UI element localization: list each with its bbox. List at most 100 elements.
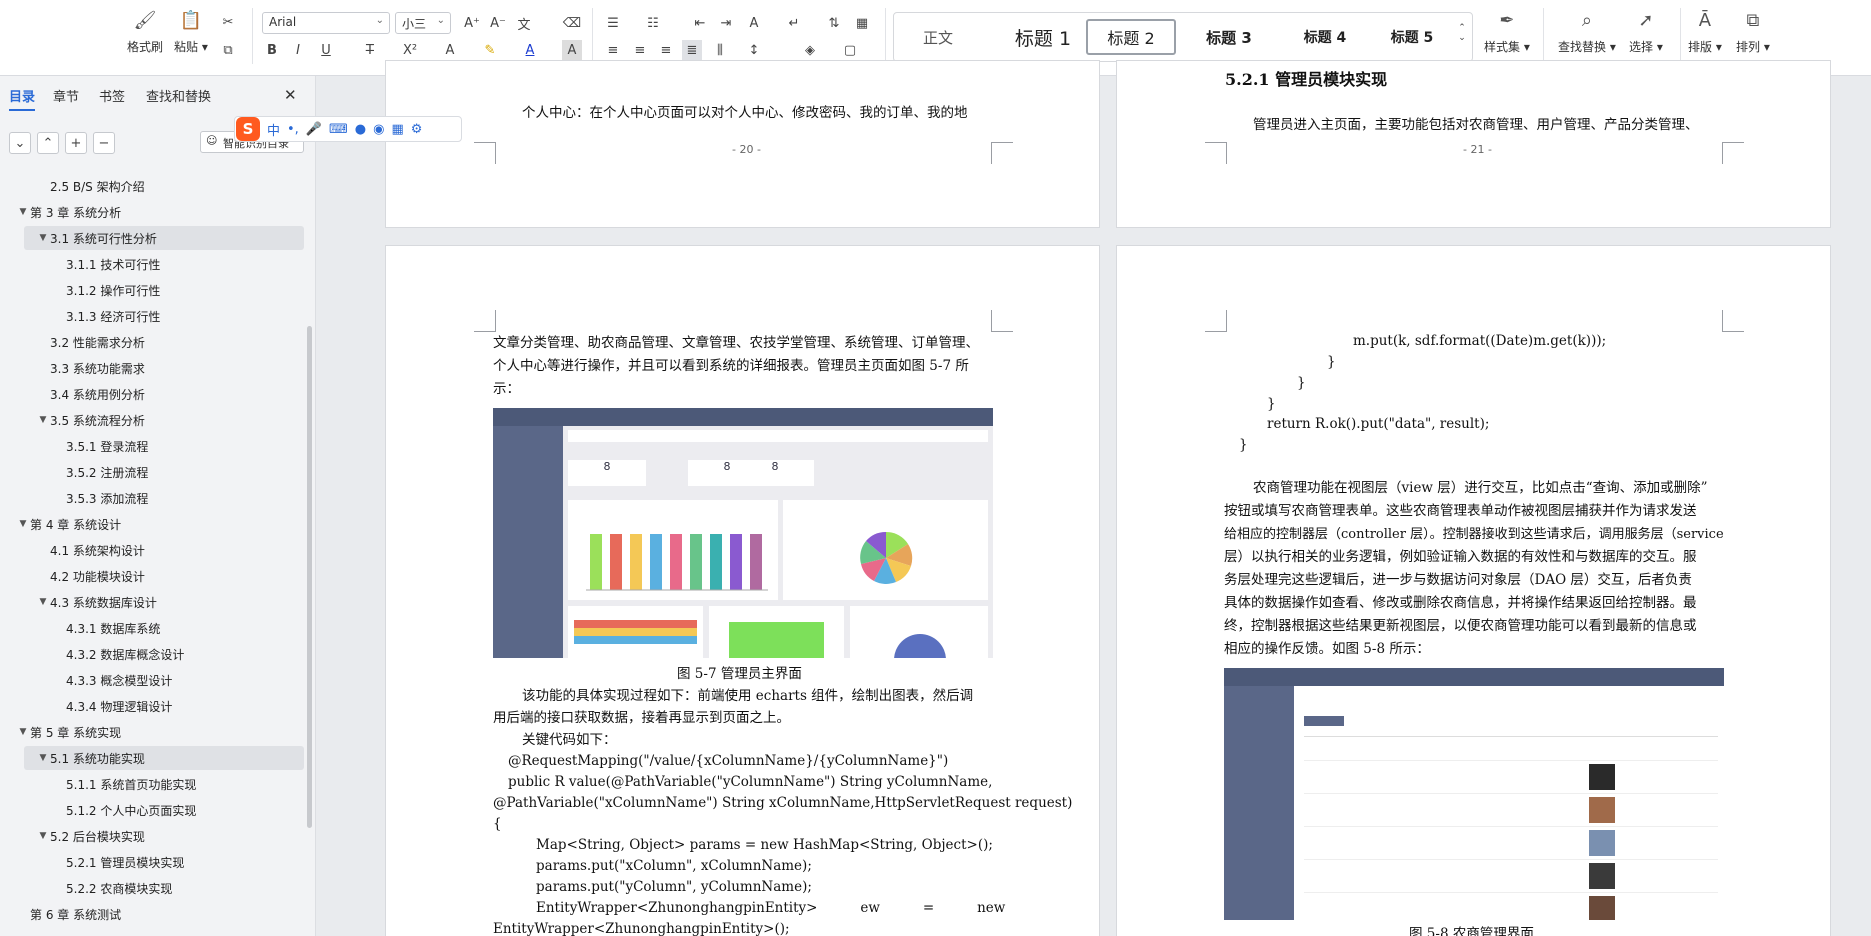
align-right-icon[interactable]: ≡ xyxy=(656,40,676,60)
table-grid-icon[interactable]: ▦ xyxy=(852,13,872,33)
style-set-button[interactable]: ✒ 样式集 ▾ xyxy=(1484,8,1530,55)
grow-font-icon[interactable]: A⁺ xyxy=(462,13,482,33)
style-heading-4[interactable]: 标题 4 xyxy=(1280,19,1370,55)
toc-item[interactable]: 4.3.1 数据库系统 xyxy=(24,616,304,640)
toc-item[interactable]: 4.1 系统架构设计 xyxy=(24,538,304,562)
punctuation-icon[interactable]: •, xyxy=(287,122,299,137)
tab-chapters[interactable]: 章节 xyxy=(53,86,79,105)
format-painter-button[interactable]: 🖌 格式刷 xyxy=(127,8,163,55)
toc-item[interactable]: 3.2 性能需求分析 xyxy=(24,330,304,354)
toc-item[interactable]: 3.4 系统用例分析 xyxy=(24,382,304,406)
toc-item[interactable]: 3.5.2 注册流程 xyxy=(24,460,304,484)
toc-item[interactable]: 3.3 系统功能需求 xyxy=(24,356,304,380)
toc-item[interactable]: 3.1.3 经济可行性 xyxy=(24,304,304,328)
toc-item[interactable]: 5.1.2 个人中心页面实现 xyxy=(24,798,304,822)
font-name-select[interactable]: Arial ⌄ xyxy=(262,12,390,34)
toc-item[interactable]: 2.5 B/S 架构介绍 xyxy=(24,174,304,198)
toc-item[interactable]: ▼ 4.3 系统数据库设计 xyxy=(24,590,304,614)
sort-icon[interactable]: ⇅ xyxy=(824,13,844,33)
toc-item[interactable]: ▼ 5.2 后台模块实现 xyxy=(24,824,304,848)
justify-icon[interactable]: ≣ xyxy=(682,40,702,60)
paste-button[interactable]: 📋 粘贴 ▾ xyxy=(174,8,208,55)
shrink-font-icon[interactable]: A⁻ xyxy=(488,13,508,33)
highlight-icon[interactable]: ✎ xyxy=(480,40,500,60)
add-heading-icon[interactable]: + xyxy=(65,132,87,154)
collapse-icon[interactable]: ⌄ xyxy=(9,132,31,154)
toc-item[interactable]: 4.2 功能模块设计 xyxy=(24,564,304,588)
expand-arrow-icon[interactable]: ▼ xyxy=(16,207,30,217)
style-heading-3[interactable]: 标题 3 xyxy=(1184,19,1274,55)
toc-item[interactable]: ▼ 第 5 章 系统实现 xyxy=(20,720,304,744)
expand-arrow-icon[interactable]: ▼ xyxy=(36,597,50,607)
shading-icon[interactable]: ◈ xyxy=(800,40,820,60)
microphone-icon[interactable]: 🎤 xyxy=(306,122,322,137)
ime-mode-label[interactable]: 中 xyxy=(267,120,280,139)
ime-toolbar[interactable]: S 中 •, 🎤 ⌨ ● ◉ ▦ ⚙ xyxy=(234,116,462,142)
line-break-icon[interactable]: ↵ xyxy=(784,13,804,33)
toc-item[interactable]: 5.1.1 系统首页功能实现 xyxy=(24,772,304,796)
copy-icon[interactable]: ⧉ xyxy=(218,40,238,60)
tab-toc[interactable]: 目录 xyxy=(9,86,36,111)
toc-item[interactable]: 4.3.4 物理逻辑设计 xyxy=(24,694,304,718)
gallery-scroll-icon[interactable]: ⌃ ⌄ xyxy=(1454,23,1470,43)
layout-button[interactable]: Ā 排版 ▾ xyxy=(1688,8,1722,55)
underline-icon[interactable]: U xyxy=(316,40,336,60)
style-heading-2[interactable]: 标题 2 xyxy=(1086,19,1176,55)
arrange-button[interactable]: ⧉ 排列 ▾ xyxy=(1736,8,1770,55)
expand-arrow-icon[interactable]: ▼ xyxy=(16,519,30,529)
expand-arrow-icon[interactable]: ▼ xyxy=(36,753,50,763)
toc-item[interactable]: ▼ 第 4 章 系统设计 xyxy=(20,512,304,536)
font-color-icon[interactable]: A xyxy=(520,40,540,60)
select-button[interactable]: ➚ 选择 ▾ xyxy=(1629,8,1663,55)
close-icon[interactable]: ✕ xyxy=(284,86,297,104)
toc-scrollbar[interactable] xyxy=(307,326,312,828)
distribute-icon[interactable]: ⫼ xyxy=(710,40,730,60)
text-direction-icon[interactable]: A xyxy=(744,13,764,33)
find-replace-button[interactable]: ⌕ 查找替换 ▾ xyxy=(1558,8,1616,55)
expand-arrow-icon[interactable]: ▼ xyxy=(16,727,30,737)
line-spacing-icon[interactable]: ↕ xyxy=(744,40,764,60)
align-left-icon[interactable]: ≡ xyxy=(603,40,623,60)
toc-item[interactable]: 3.5.1 登录流程 xyxy=(24,434,304,458)
toc-item[interactable]: ▼ 第 3 章 系统分析 xyxy=(20,200,304,224)
toc-item[interactable]: 第 6 章 系统测试 xyxy=(24,902,304,926)
decrease-indent-icon[interactable]: ⇤ xyxy=(690,13,710,33)
toc-item[interactable]: ▼ 3.1 系统可行性分析 xyxy=(24,226,304,250)
tab-bookmarks[interactable]: 书签 xyxy=(99,86,125,105)
align-center-icon[interactable]: ≡ xyxy=(630,40,650,60)
style-heading-5[interactable]: 标题 5 xyxy=(1370,19,1454,55)
apps-grid-icon[interactable]: ▦ xyxy=(391,122,403,137)
toc-item[interactable]: 4.3.2 数据库概念设计 xyxy=(24,642,304,666)
cut-icon[interactable]: ✂ xyxy=(218,12,238,32)
toc-item[interactable]: 3.1.2 操作可行性 xyxy=(24,278,304,302)
char-shading-icon[interactable]: A xyxy=(562,40,582,60)
text-effect-icon[interactable]: A xyxy=(440,40,460,60)
toc-item[interactable]: 5.2.2 农商模块实现 xyxy=(24,876,304,900)
eraser-icon[interactable]: ⌫ xyxy=(562,13,582,33)
toc-item[interactable]: 3.1.1 技术可行性 xyxy=(24,252,304,276)
toc-item[interactable]: ▼ 5.1 系统功能实现 xyxy=(24,746,304,770)
style-normal[interactable]: 正文 xyxy=(900,19,976,55)
expand-arrow-icon[interactable]: ▼ xyxy=(36,831,50,841)
toc-item[interactable]: 4.3.3 概念模型设计 xyxy=(24,668,304,692)
toc-item[interactable]: 3.5.3 添加流程 xyxy=(24,486,304,510)
style-heading-1[interactable]: 标题 1 xyxy=(988,19,1098,55)
font-size-select[interactable]: 小三 ⌄ xyxy=(395,12,451,34)
increase-indent-icon[interactable]: ⇥ xyxy=(716,13,736,33)
bullet-list-icon[interactable]: ☰ xyxy=(603,13,623,33)
expand-arrow-icon[interactable]: ▼ xyxy=(36,233,50,243)
settings-icon[interactable]: ⚙ xyxy=(411,122,423,137)
italic-icon[interactable]: I xyxy=(288,40,308,60)
expand-icon[interactable]: ⌃ xyxy=(37,132,59,154)
remove-heading-icon[interactable]: − xyxy=(93,132,115,154)
toc-item[interactable]: ▼ 3.5 系统流程分析 xyxy=(24,408,304,432)
toc-item[interactable]: 5.2.1 管理员模块实现 xyxy=(24,850,304,874)
keyboard-icon[interactable]: ⌨ xyxy=(329,122,348,137)
superscript-icon[interactable]: X² xyxy=(400,40,420,60)
numbered-list-icon[interactable]: ☷ xyxy=(643,13,663,33)
game-icon[interactable]: ◉ xyxy=(373,122,384,137)
bold-icon[interactable]: B xyxy=(262,40,282,60)
skin-icon[interactable]: ● xyxy=(355,122,366,137)
phonetic-icon[interactable]: 文 xyxy=(514,13,534,33)
expand-arrow-icon[interactable]: ▼ xyxy=(36,415,50,425)
